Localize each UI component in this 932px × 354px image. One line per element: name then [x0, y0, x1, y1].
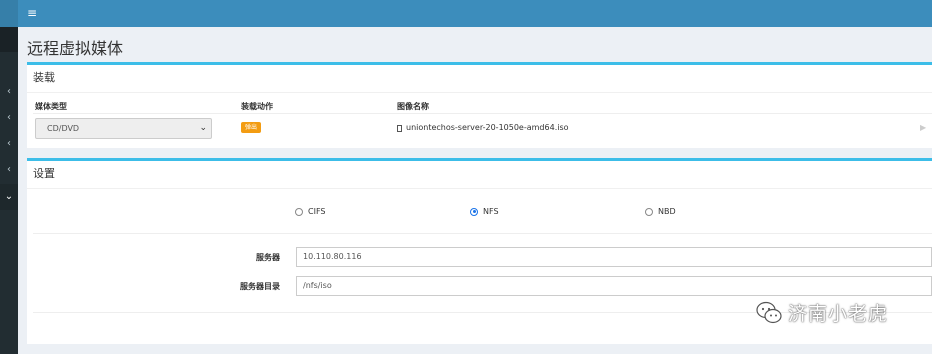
page-title: 远程虚拟媒体 — [27, 39, 124, 58]
radio-button[interactable] — [645, 207, 653, 216]
radio-label: CIFS — [308, 207, 326, 216]
mount-box-header: 装载 — [27, 65, 932, 93]
radio-label: NFS — [483, 207, 499, 216]
eject-button[interactable]: 弹出 — [241, 122, 262, 133]
sidebar: ‹ ‹ ‹ ‹ ⌄ — [0, 27, 18, 354]
chevron-down-icon[interactable]: ⌄ — [0, 184, 18, 210]
server-dir-label: 服务器目录 — [240, 282, 280, 291]
server-label: 服务器 — [256, 253, 280, 262]
brand-strip — [0, 0, 18, 27]
settings-divider — [33, 233, 932, 234]
server-input[interactable]: 10.110.80.116 — [296, 247, 932, 267]
chevron-left-icon[interactable]: ‹ — [0, 79, 18, 105]
radio-button[interactable] — [470, 207, 478, 216]
server-dir-input[interactable]: /nfs/iso — [296, 276, 932, 296]
media-type-value: CD/DVD — [47, 124, 80, 133]
table-header-divider — [33, 113, 932, 114]
chevron-left-icon[interactable]: ‹ — [0, 105, 18, 131]
hamburger-icon[interactable]: ≡ — [27, 5, 37, 21]
wechat-icon — [756, 301, 782, 323]
file-icon — [397, 125, 402, 132]
column-header-media-type: 媒体类型 — [35, 102, 67, 111]
radio-nfs[interactable]: NFS — [470, 207, 499, 216]
chevron-left-icon[interactable]: ‹ — [0, 157, 18, 183]
column-header-image-name: 图像名称 — [397, 102, 429, 111]
play-icon[interactable]: ▶ — [920, 123, 926, 132]
radio-cifs[interactable]: CIFS — [295, 207, 325, 216]
watermark-text: 济南小老虎 — [788, 303, 889, 325]
radio-button[interactable] — [295, 207, 303, 216]
radio-label: NBD — [658, 207, 676, 216]
chevron-left-icon[interactable]: ‹ — [0, 131, 18, 157]
sidebar-user-panel — [0, 27, 18, 52]
top-navbar: ≡ — [0, 0, 932, 27]
watermark: 济南小老虎 — [756, 299, 888, 326]
media-type-select[interactable]: CD/DVD ⌄ — [35, 118, 212, 139]
chevron-down-icon: ⌄ — [199, 123, 207, 133]
column-header-mount-action: 装载动作 — [241, 102, 273, 111]
radio-nbd[interactable]: NBD — [645, 207, 676, 216]
image-file-name: uniontechos-server-20-1050e-amd64.iso — [406, 123, 569, 132]
settings-box-header: 设置 — [27, 161, 932, 189]
